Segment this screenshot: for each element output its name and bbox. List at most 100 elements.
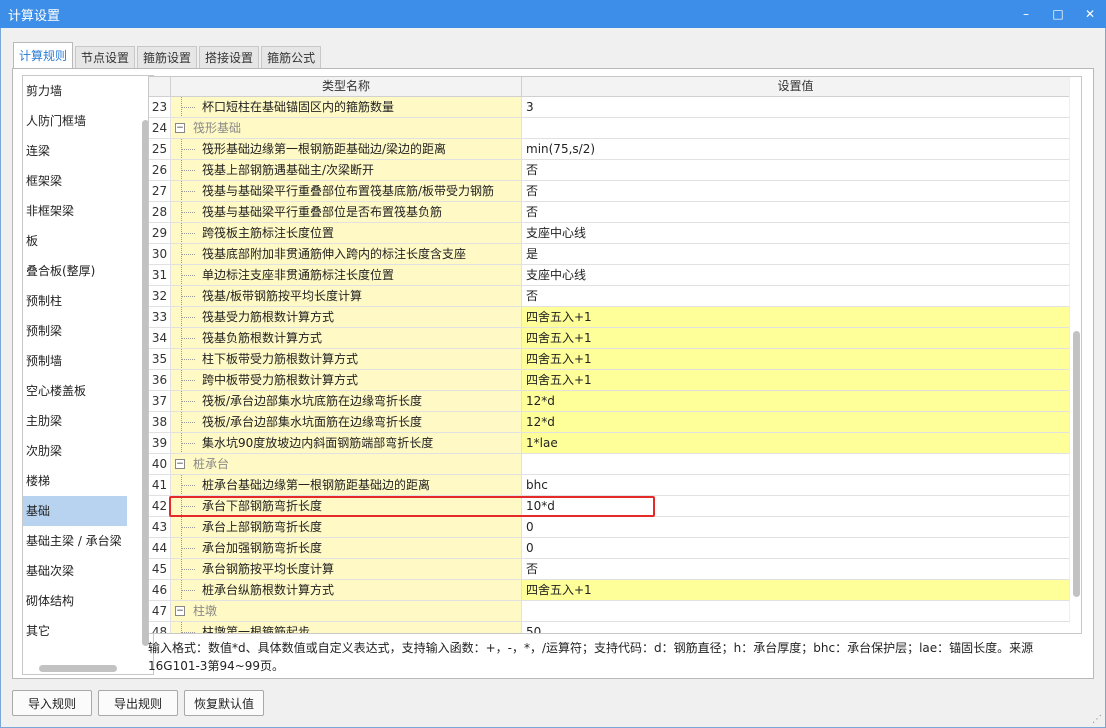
row-number: 41 [149, 475, 171, 495]
setting-row[interactable]: 41 桩承台基础边缘第一根钢筋距基础边的距离 bhc [149, 475, 1069, 496]
collapse-icon[interactable]: − [175, 459, 185, 469]
close-icon[interactable]: ✕ [1074, 0, 1106, 28]
window-title: 计算设置 [8, 8, 61, 24]
tab-lap-settings[interactable]: 搭接设置 [199, 46, 260, 68]
sidebar-item[interactable]: 非框架梁 [23, 196, 127, 226]
setting-value-cell[interactable]: 1*lae [522, 433, 1069, 453]
setting-value-cell[interactable]: 否 [522, 202, 1069, 222]
setting-value-cell[interactable]: 四舍五入+1 [522, 328, 1069, 348]
setting-row[interactable]: 37 筏板/承台边部集水坑底筋在边缘弯折长度 12*d [149, 391, 1069, 412]
sidebar-item[interactable]: 预制墙 [23, 346, 127, 376]
setting-value-cell[interactable]: 四舍五入+1 [522, 580, 1069, 600]
export-rules-button[interactable]: 导出规则 [98, 690, 178, 716]
tab-stirrup-settings[interactable]: 箍筋设置 [137, 46, 198, 68]
setting-row[interactable]: 31 单边标注支座非贯通筋标注长度位置 支座中心线 [149, 265, 1069, 286]
group-row[interactable]: 40− 桩承台 [149, 454, 1069, 475]
setting-row[interactable]: 45 承台钢筋按平均长度计算 否 [149, 559, 1069, 580]
setting-value-cell[interactable]: 否 [522, 559, 1069, 579]
tree-line [181, 517, 195, 537]
resize-grip-icon[interactable] [1092, 715, 1102, 725]
group-row[interactable]: 47− 柱墩 [149, 601, 1069, 622]
setting-name: 杯口短柱在基础锚固区内的箍筋数量 [202, 100, 395, 114]
sidebar-item[interactable]: 楼梯 [23, 466, 127, 496]
setting-value-cell [522, 601, 1069, 621]
sidebar-item[interactable]: 其它 [23, 616, 127, 646]
type-name-cell: 跨筏板主筋标注长度位置 [171, 223, 522, 243]
setting-value-cell[interactable]: 否 [522, 160, 1069, 180]
sidebar-item[interactable]: 砌体结构 [23, 586, 127, 616]
maximize-icon[interactable]: □ [1042, 0, 1074, 28]
sidebar-item[interactable]: 框架梁 [23, 166, 127, 196]
sidebar-item[interactable]: 连梁 [23, 136, 127, 166]
tab-stirrup-formula[interactable]: 箍筋公式 [261, 46, 322, 68]
setting-value-cell[interactable]: 支座中心线 [522, 223, 1069, 243]
tab-bar: 计算规则 节点设置 箍筋设置 搭接设置 箍筋公式 [13, 42, 323, 68]
setting-row[interactable]: 34 筏基负筋根数计算方式 四舍五入+1 [149, 328, 1069, 349]
setting-value-cell[interactable]: 四舍五入+1 [522, 370, 1069, 390]
setting-value-cell[interactable]: 12*d [522, 391, 1069, 411]
setting-row[interactable]: 23 杯口短柱在基础锚固区内的箍筋数量 3 [149, 97, 1069, 118]
setting-value-cell[interactable]: 支座中心线 [522, 265, 1069, 285]
setting-row[interactable]: 27 筏基与基础梁平行重叠部位布置筏基底筋/板带受力钢筋 否 [149, 181, 1069, 202]
sidebar-item[interactable]: 空心楼盖板 [23, 376, 127, 406]
setting-value-cell[interactable]: 否 [522, 286, 1069, 306]
setting-row[interactable]: 46 桩承台纵筋根数计算方式 四舍五入+1 [149, 580, 1069, 601]
setting-row[interactable]: 26 筏基上部钢筋遇基础主/次梁断开 否 [149, 160, 1069, 181]
setting-value-cell[interactable]: 0 [522, 517, 1069, 537]
setting-row[interactable]: 28 筏基与基础梁平行重叠部位是否布置筏基负筋 否 [149, 202, 1069, 223]
sidebar-item[interactable]: 板 [23, 226, 127, 256]
type-name-cell: 柱下板带受力筋根数计算方式 [171, 349, 522, 369]
setting-row[interactable]: 32 筏基/板带钢筋按平均长度计算 否 [149, 286, 1069, 307]
type-name-cell: 筏基与基础梁平行重叠部位是否布置筏基负筋 [171, 202, 522, 222]
setting-row[interactable]: 48 柱墩第一根箍筋起步 50 [149, 622, 1069, 633]
setting-value-cell[interactable]: 0 [522, 538, 1069, 558]
setting-value-cell[interactable]: 50 [522, 622, 1069, 633]
sidebar-item[interactable]: 基础主梁 / 承台梁 [23, 526, 127, 556]
restore-defaults-button[interactable]: 恢复默认值 [184, 690, 264, 716]
row-number: 45 [149, 559, 171, 579]
setting-row[interactable]: 39 集水坑90度放坡边内斜面钢筋端部弯折长度 1*lae [149, 433, 1069, 454]
setting-value-cell[interactable]: 否 [522, 181, 1069, 201]
setting-row[interactable]: 33 筏基受力筋根数计算方式 四舍五入+1 [149, 307, 1069, 328]
grid-vertical-scrollbar[interactable] [1069, 77, 1081, 623]
setting-row[interactable]: 38 筏板/承台边部集水坑面筋在边缘弯折长度 12*d [149, 412, 1069, 433]
setting-row[interactable]: 36 跨中板带受力筋根数计算方式 四舍五入+1 [149, 370, 1069, 391]
group-row[interactable]: 24− 筏形基础 [149, 118, 1069, 139]
setting-value-cell[interactable]: min(75,s/2) [522, 139, 1069, 159]
sidebar-horizontal-scrollbar[interactable] [23, 662, 153, 674]
setting-row[interactable]: 25 筏形基础边缘第一根钢筋距基础边/梁边的距离 min(75,s/2) [149, 139, 1069, 160]
sidebar-item[interactable]: 预制梁 [23, 316, 127, 346]
setting-row[interactable]: 44 承台加强钢筋弯折长度 0 [149, 538, 1069, 559]
sidebar-item[interactable]: 剪力墙 [23, 76, 127, 106]
sidebar-item[interactable]: 叠合板(整厚) [23, 256, 127, 286]
row-number: 27 [149, 181, 171, 201]
tree-line [181, 244, 195, 264]
sidebar-item[interactable]: 次肋梁 [23, 436, 127, 466]
tab-node-settings[interactable]: 节点设置 [75, 46, 136, 68]
setting-value-cell[interactable]: bhc [522, 475, 1069, 495]
minimize-icon[interactable]: – [1010, 0, 1042, 28]
collapse-icon[interactable]: − [175, 123, 185, 133]
tree-line [181, 580, 195, 600]
setting-row[interactable]: 43 承台上部钢筋弯折长度 0 [149, 517, 1069, 538]
tab-calc-rules[interactable]: 计算规则 [13, 42, 74, 68]
setting-value-cell[interactable]: 12*d [522, 412, 1069, 432]
import-rules-button[interactable]: 导入规则 [12, 690, 92, 716]
setting-row[interactable]: 30 筏基底部附加非贯通筋伸入跨内的标注长度含支座 是 [149, 244, 1069, 265]
sidebar-item[interactable]: 人防门框墙 [23, 106, 127, 136]
sidebar-item[interactable]: 主肋梁 [23, 406, 127, 436]
setting-row[interactable]: 35 柱下板带受力筋根数计算方式 四舍五入+1 [149, 349, 1069, 370]
setting-row[interactable]: 29 跨筏板主筋标注长度位置 支座中心线 [149, 223, 1069, 244]
collapse-icon[interactable]: − [175, 606, 185, 616]
row-number: 31 [149, 265, 171, 285]
setting-value-cell[interactable]: 四舍五入+1 [522, 307, 1069, 327]
sidebar-item[interactable]: 预制柱 [23, 286, 127, 316]
setting-value-cell[interactable]: 是 [522, 244, 1069, 264]
sidebar-item[interactable]: 基础次梁 [23, 556, 127, 586]
row-number: 30 [149, 244, 171, 264]
setting-value-cell[interactable]: 四舍五入+1 [522, 349, 1069, 369]
setting-value-cell[interactable]: 3 [522, 97, 1069, 117]
type-name-cell: 杯口短柱在基础锚固区内的箍筋数量 [171, 97, 522, 117]
sidebar-item[interactable]: 基础 [23, 496, 127, 526]
row-number: 48 [149, 622, 171, 633]
